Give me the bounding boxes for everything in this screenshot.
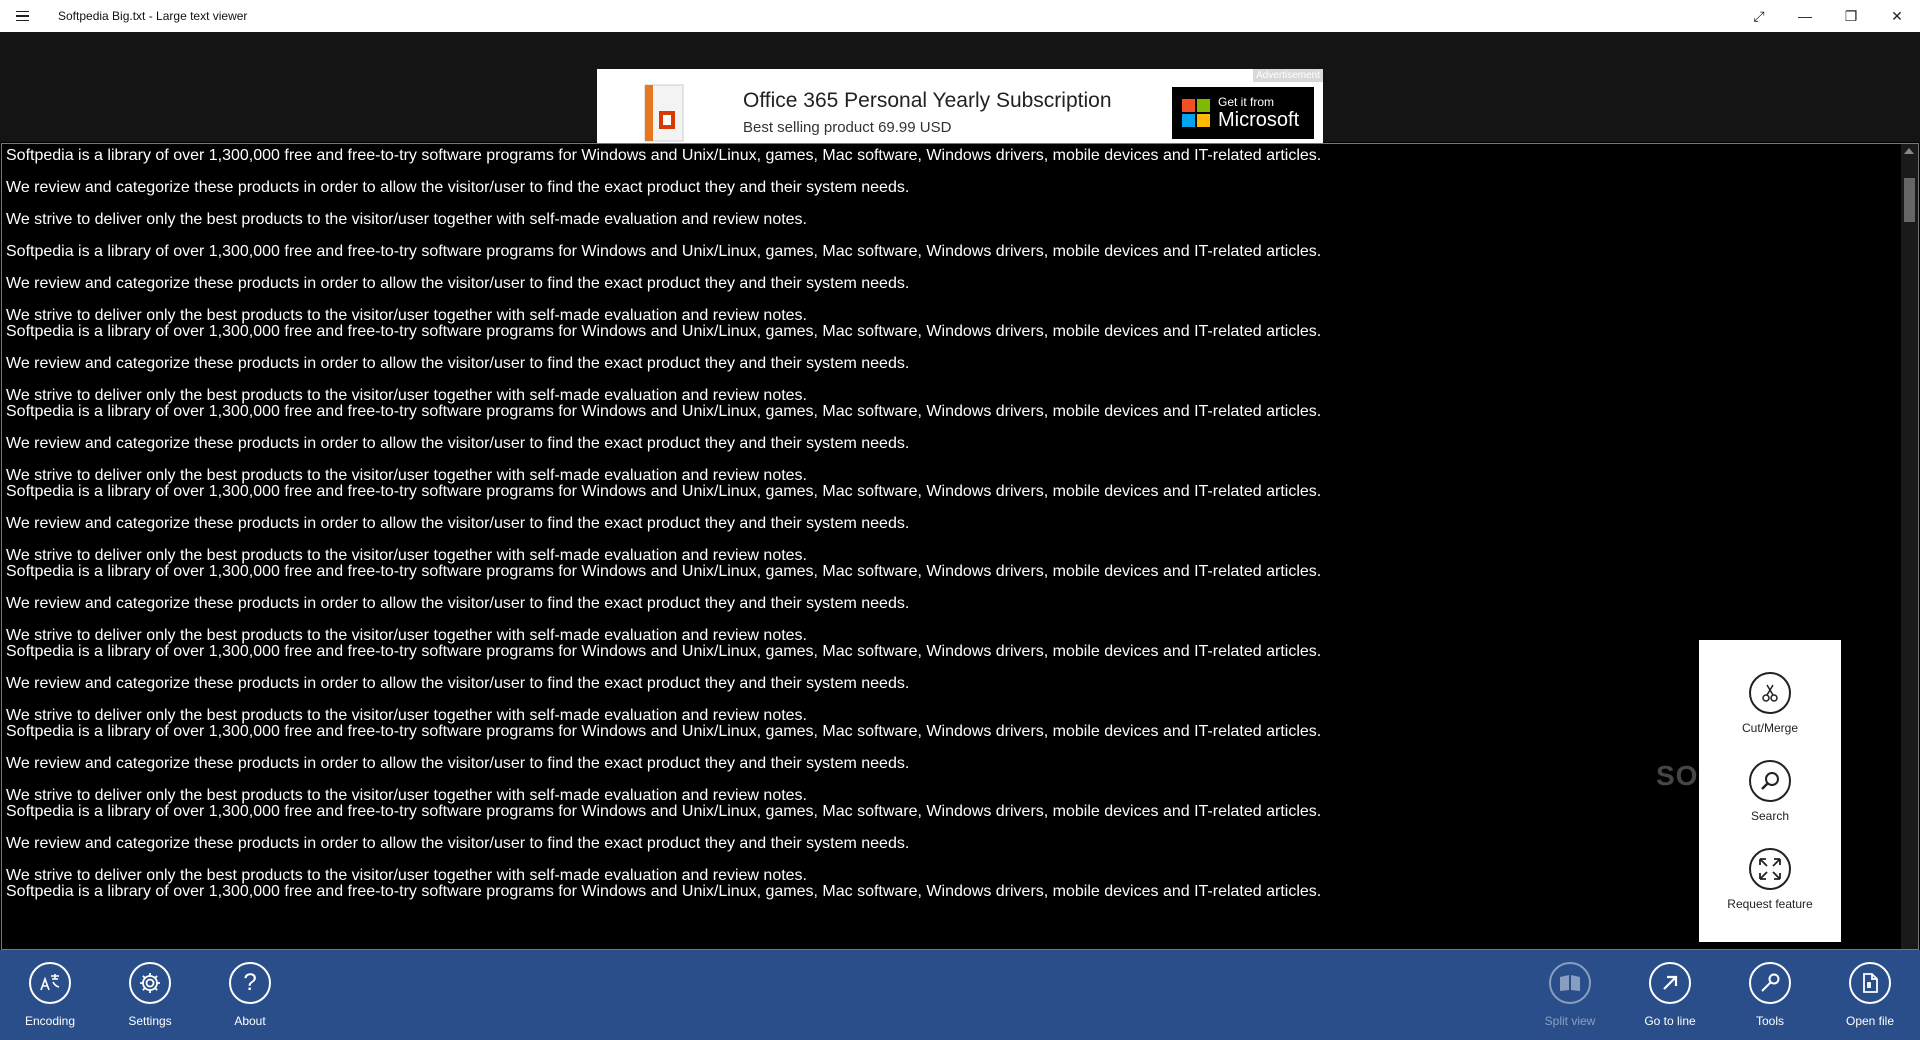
request-feature-label: Request feature <box>1727 897 1813 911</box>
go-to-line-button[interactable]: Go to line <box>1625 962 1715 1028</box>
cut-merge-button[interactable]: Cut/Merge <box>1699 672 1841 735</box>
text-line: Softpedia is a library of over 1,300,000… <box>6 147 1322 164</box>
text-line: We review and categorize these products … <box>6 755 910 772</box>
question-icon: ? <box>229 962 271 1004</box>
go-to-line-label: Go to line <box>1644 1014 1696 1028</box>
window-controls: ⤢ — ❐ ✕ <box>1736 0 1920 32</box>
text-line: Softpedia is a library of over 1,300,000… <box>6 723 1322 740</box>
text-line: We review and categorize these products … <box>6 595 910 612</box>
text-line: We strive to deliver only the best produ… <box>6 307 807 324</box>
tools-button[interactable]: Tools <box>1725 962 1815 1028</box>
title-bar: Softpedia Big.txt - Large text viewer ⤢ … <box>0 0 1920 32</box>
text-line: We strive to deliver only the best produ… <box>6 547 807 564</box>
text-line: We review and categorize these products … <box>6 179 910 196</box>
gear-icon <box>129 962 171 1004</box>
text-line: We strive to deliver only the best produ… <box>6 627 807 644</box>
split-view-label: Split view <box>1544 1014 1596 1028</box>
split-view-button[interactable]: Split view <box>1525 962 1615 1028</box>
text-line: We review and categorize these products … <box>6 355 910 372</box>
text-viewer[interactable]: Softpedia is a library of over 1,300,000… <box>1 143 1919 950</box>
arrow-up-right-icon <box>1649 962 1691 1004</box>
scroll-thumb[interactable] <box>1904 178 1915 222</box>
text-line: Softpedia is a library of over 1,300,000… <box>6 803 1322 820</box>
about-button[interactable]: ? About <box>205 962 295 1028</box>
settings-button[interactable]: Settings <box>105 962 195 1028</box>
text-line: We strive to deliver only the best produ… <box>6 707 807 724</box>
bottom-app-bar: Encoding Settings ? About Split view Go … <box>0 950 1920 1040</box>
scroll-up-arrow-icon[interactable] <box>1904 148 1914 154</box>
advertisement-label: Advertisement <box>1253 69 1323 82</box>
text-line: We strive to deliver only the best produ… <box>6 867 807 884</box>
text-line: We strive to deliver only the best produ… <box>6 387 807 404</box>
cta-big-text: Microsoft <box>1218 109 1300 131</box>
open-file-button[interactable]: Open file <box>1825 962 1915 1028</box>
ad-area: Advertisement Office 365 Personal Yearly… <box>0 32 1920 157</box>
text-line: Softpedia is a library of over 1,300,000… <box>6 483 1322 500</box>
text-line: We strive to deliver only the best produ… <box>6 787 807 804</box>
text-line: We review and categorize these products … <box>6 515 910 532</box>
close-button[interactable]: ✕ <box>1874 0 1920 32</box>
cta-small-text: Get it from <box>1218 95 1275 109</box>
about-label: About <box>234 1014 266 1028</box>
cut-merge-label: Cut/Merge <box>1741 721 1799 735</box>
encoding-button[interactable]: Encoding <box>5 962 95 1028</box>
text-line: We review and categorize these products … <box>6 275 910 292</box>
expand-arrows-icon <box>1749 848 1791 890</box>
restore-button[interactable]: ❐ <box>1828 0 1874 32</box>
text-line: Softpedia is a library of over 1,300,000… <box>6 243 1322 260</box>
request-feature-button[interactable]: Request feature <box>1699 848 1841 911</box>
tools-popup: Cut/Merge Search Request feature <box>1699 640 1841 942</box>
text-line: We strive to deliver only the best produ… <box>6 467 807 484</box>
ad-title: Office 365 Personal Yearly Subscription <box>743 89 1112 112</box>
wrench-icon <box>1749 962 1791 1004</box>
fullscreen-button[interactable]: ⤢ <box>1736 0 1782 32</box>
settings-label: Settings <box>128 1014 172 1028</box>
text-line: Softpedia is a library of over 1,300,000… <box>6 563 1322 580</box>
text-line: We review and categorize these products … <box>6 435 910 452</box>
text-line: Softpedia is a library of over 1,300,000… <box>6 883 1322 900</box>
microsoft-logo-icon <box>1182 99 1210 127</box>
text-line: We review and categorize these products … <box>6 835 910 852</box>
text-line: Softpedia is a library of over 1,300,000… <box>6 403 1322 420</box>
split-view-icon <box>1549 962 1591 1004</box>
hamburger-menu-icon[interactable] <box>0 0 44 32</box>
tools-label: Tools <box>1755 1014 1784 1028</box>
scissors-icon <box>1749 672 1791 714</box>
get-it-from-microsoft-button[interactable]: Get it from Microsoft <box>1172 87 1314 139</box>
text-line: We review and categorize these products … <box>6 675 910 692</box>
window-title: Softpedia Big.txt - Large text viewer <box>58 9 248 23</box>
vertical-scrollbar[interactable] <box>1901 144 1918 949</box>
office-box-icon <box>644 84 684 142</box>
minimize-button[interactable]: — <box>1782 0 1828 32</box>
search-label: Search <box>1750 809 1790 823</box>
open-file-label: Open file <box>1845 1014 1895 1028</box>
text-line: Softpedia is a library of over 1,300,000… <box>6 323 1322 340</box>
encoding-icon <box>29 962 71 1004</box>
text-line: Softpedia is a library of over 1,300,000… <box>6 643 1322 660</box>
ad-subtitle: Best selling product 69.99 USD <box>743 119 952 136</box>
search-button[interactable]: Search <box>1699 760 1841 823</box>
encoding-label: Encoding <box>24 1014 76 1028</box>
search-icon <box>1749 760 1791 802</box>
text-line: We strive to deliver only the best produ… <box>6 211 807 228</box>
open-file-icon <box>1849 962 1891 1004</box>
